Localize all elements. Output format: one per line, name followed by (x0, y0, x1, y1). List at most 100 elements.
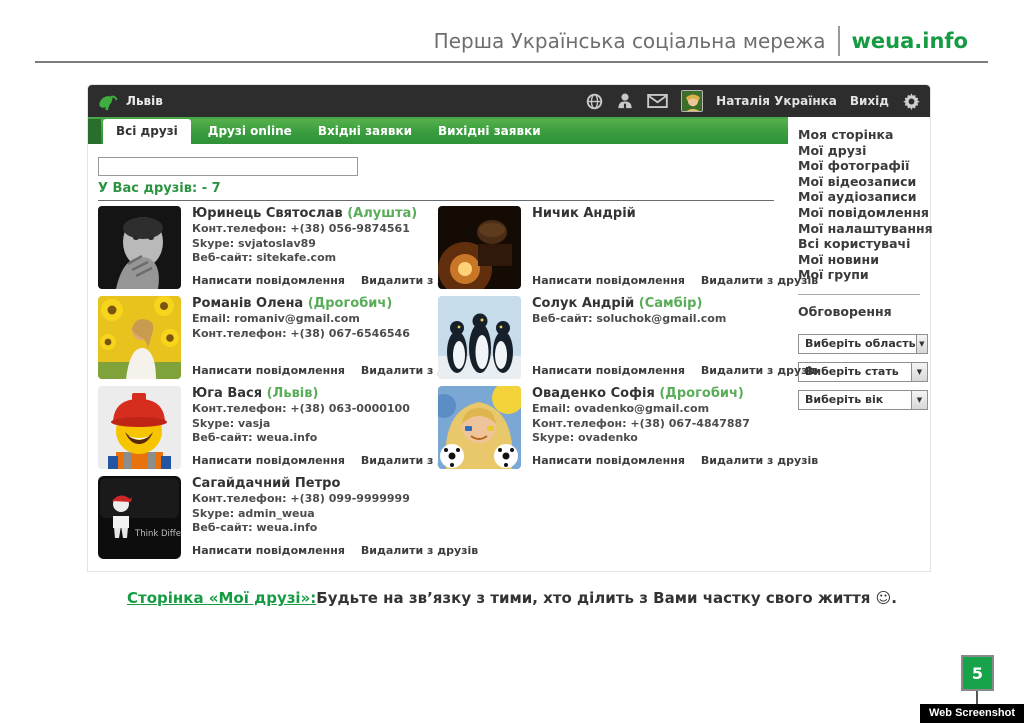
remove-friend-link[interactable]: Видалити з друзів (701, 274, 818, 287)
people-icon[interactable] (616, 93, 634, 109)
tab-0-active[interactable]: Всі друзі (103, 119, 191, 144)
friend-photo-lego[interactable] (98, 386, 181, 469)
caption-link[interactable]: Сторінка «Мої друзі»: (127, 589, 316, 607)
user-name[interactable]: Наталія Українка (716, 94, 837, 108)
send-message-link[interactable]: Написати повідомлення (192, 454, 345, 467)
friend-detail: Email: ovadenko@gmail.com (532, 402, 776, 417)
send-message-link[interactable]: Написати повідомлення (532, 274, 685, 287)
filter-label: Виберіть область (799, 337, 916, 350)
friend-actions: Написати повідомлення Видалити з друзів (532, 364, 776, 379)
brand-logo: weua.info (852, 29, 968, 53)
friend-actions: Написати повідомлення Видалити з друзів (192, 454, 436, 469)
friend-name[interactable]: Юга Вася (Львів) (192, 386, 436, 401)
remove-friend-link[interactable]: Видалити з друзів (701, 454, 818, 467)
sidebar-item-4[interactable]: Мої аудіозаписи (798, 189, 930, 205)
sidebar-menu: Моя сторінкаМої друзіМої фотографіїМої в… (798, 127, 930, 283)
friend-card: Юга Вася (Львів) Конт.телефон: +(38) 063… (98, 386, 438, 476)
sidebar-item-6[interactable]: Мої налаштування (798, 221, 930, 237)
tab-3[interactable]: Вихідні заявки (425, 119, 554, 144)
friend-card: Солук Андрій (Самбір) Веб-сайт: soluchok… (438, 296, 778, 386)
send-message-link[interactable]: Написати повідомлення (192, 274, 345, 287)
send-message-link[interactable]: Написати повідомлення (532, 364, 685, 377)
friend-photo-dark-candle[interactable] (438, 206, 521, 289)
friend-city: (Алушта) (343, 206, 418, 221)
friend-city: (Дрогобич) (303, 296, 392, 311)
slide-title: Перша Українська соціальна мережа (434, 29, 826, 53)
site-topbar: Львів (88, 85, 930, 117)
slide-caption: Сторінка «Мої друзі»:Будьте на зв’язку з… (0, 589, 1024, 607)
count-divider (98, 200, 774, 201)
friend-detail: Skype: ovadenko (532, 431, 776, 446)
friend-name[interactable]: Солук Андрій (Самбір) (532, 296, 776, 311)
sidebar: Моя сторінкаМої друзіМої фотографіїМої в… (788, 117, 930, 571)
sidebar-item-5[interactable]: Мої повідомлення (798, 205, 930, 221)
site-body: Всі друзіДрузі onlineВхідні заявкиВихідн… (88, 117, 930, 571)
friend-name[interactable]: Ничик Андрій (532, 206, 776, 221)
filter-label: Виберіть вік (799, 393, 911, 406)
sidebar-divider (798, 294, 920, 295)
friend-details: Конт.телефон: +(38) 063-0000100Skype: va… (192, 402, 436, 446)
friend-name[interactable]: Оваденко Софія (Дрогобич) (532, 386, 776, 401)
send-message-link[interactable]: Написати повідомлення (192, 544, 345, 557)
website-screenshot: Львів (88, 85, 930, 571)
friend-name[interactable]: Юринець Святослав (Алушта) (192, 206, 436, 221)
sidebar-item-discussion[interactable]: Обговорення (798, 304, 930, 319)
friend-card: Think Different Сагайдачний Петро Конт.т… (98, 476, 438, 566)
friend-photo-sunflowers[interactable] (98, 296, 181, 379)
friend-detail: Веб-сайт: weua.info (192, 521, 436, 536)
friend-detail: Конт.телефон: +(38) 099-9999999 (192, 492, 436, 507)
sidebar-item-1[interactable]: Мої друзі (798, 143, 930, 159)
friend-actions: Написати повідомлення Видалити з друзів (192, 274, 436, 289)
sidebar-item-0[interactable]: Моя сторінка (798, 127, 930, 143)
friend-details: Email: ovadenko@gmail.comКонт.телефон: +… (532, 402, 776, 446)
friend-detail: Skype: svjatoslav89 (192, 237, 436, 252)
user-avatar[interactable] (681, 90, 703, 112)
filter-select-2[interactable]: Виберіть вік▼ (798, 390, 928, 410)
tab-2[interactable]: Вхідні заявки (305, 119, 425, 144)
sidebar-item-7[interactable]: Всі користувачі (798, 236, 930, 252)
remove-friend-link[interactable]: Видалити з друзів (361, 544, 478, 557)
friend-card-body: Юринець Святослав (Алушта) Конт.телефон:… (192, 206, 436, 289)
sidebar-item-3[interactable]: Мої відеозаписи (798, 174, 930, 190)
sidebar-item-2[interactable]: Мої фотографії (798, 158, 930, 174)
friend-photo-think-different[interactable]: Think Different (98, 476, 181, 559)
friends-grid: Юринець Святослав (Алушта) Конт.телефон:… (98, 206, 778, 566)
friend-name[interactable]: Сагайдачний Петро (192, 476, 436, 491)
tab-1[interactable]: Друзі online (195, 119, 305, 144)
remove-friend-link[interactable]: Видалити з друзів (701, 364, 818, 377)
friend-detail: Веб-сайт: weua.info (192, 431, 436, 446)
mail-icon[interactable] (647, 94, 668, 108)
friend-card-body: Романів Олена (Дрогобич) Email: romaniv@… (192, 296, 436, 379)
friend-photo-bw-portrait[interactable] (98, 206, 181, 289)
friend-photo-penguins[interactable] (438, 296, 521, 379)
friend-detail: Конт.телефон: +(38) 067-4847887 (532, 417, 776, 432)
friend-card-body: Оваденко Софія (Дрогобич) Email: ovadenk… (532, 386, 776, 469)
content-area: Всі друзіДрузі onlineВхідні заявкиВихідн… (88, 117, 788, 571)
chevron-down-icon[interactable]: ▼ (916, 335, 927, 353)
friend-card: Юринець Святослав (Алушта) Конт.телефон:… (98, 206, 438, 296)
title-divider (838, 26, 840, 56)
caption-text: Будьте на зв’язку з тими, хто ділить з В… (316, 589, 897, 607)
friend-name[interactable]: Романів Олена (Дрогобич) (192, 296, 436, 311)
search-input[interactable] (98, 157, 358, 176)
send-message-link[interactable]: Написати повідомлення (532, 454, 685, 467)
sidebar-item-8[interactable]: Мої новини (798, 252, 930, 268)
chevron-down-icon[interactable]: ▼ (911, 391, 927, 409)
tab-bar: Всі друзіДрузі onlineВхідні заявкиВихідн… (88, 117, 788, 144)
gear-icon[interactable] (902, 92, 921, 111)
header-rule (35, 61, 988, 63)
send-message-link[interactable]: Написати повідомлення (192, 364, 345, 377)
friend-actions: Написати повідомлення Видалити з друзів (192, 364, 436, 379)
friend-details: Email: romaniv@gmail.comКонт.телефон: +(… (192, 312, 436, 341)
logout-link[interactable]: Вихід (850, 94, 889, 108)
friend-city: (Самбір) (634, 296, 702, 311)
globe-icon[interactable] (586, 93, 603, 110)
page-number: 5 (961, 655, 994, 691)
friend-detail: Skype: vasja (192, 417, 436, 432)
filter-select-0[interactable]: Виберіть область▼ (798, 334, 928, 354)
friend-photo-fan-girl[interactable] (438, 386, 521, 469)
city-label[interactable]: Львів (126, 94, 163, 108)
chevron-down-icon[interactable]: ▼ (911, 363, 927, 381)
friend-detail: Веб-сайт: soluchok@gmail.com (532, 312, 776, 327)
friend-details: Конт.телефон: +(38) 056-9874561Skype: sv… (192, 222, 436, 266)
